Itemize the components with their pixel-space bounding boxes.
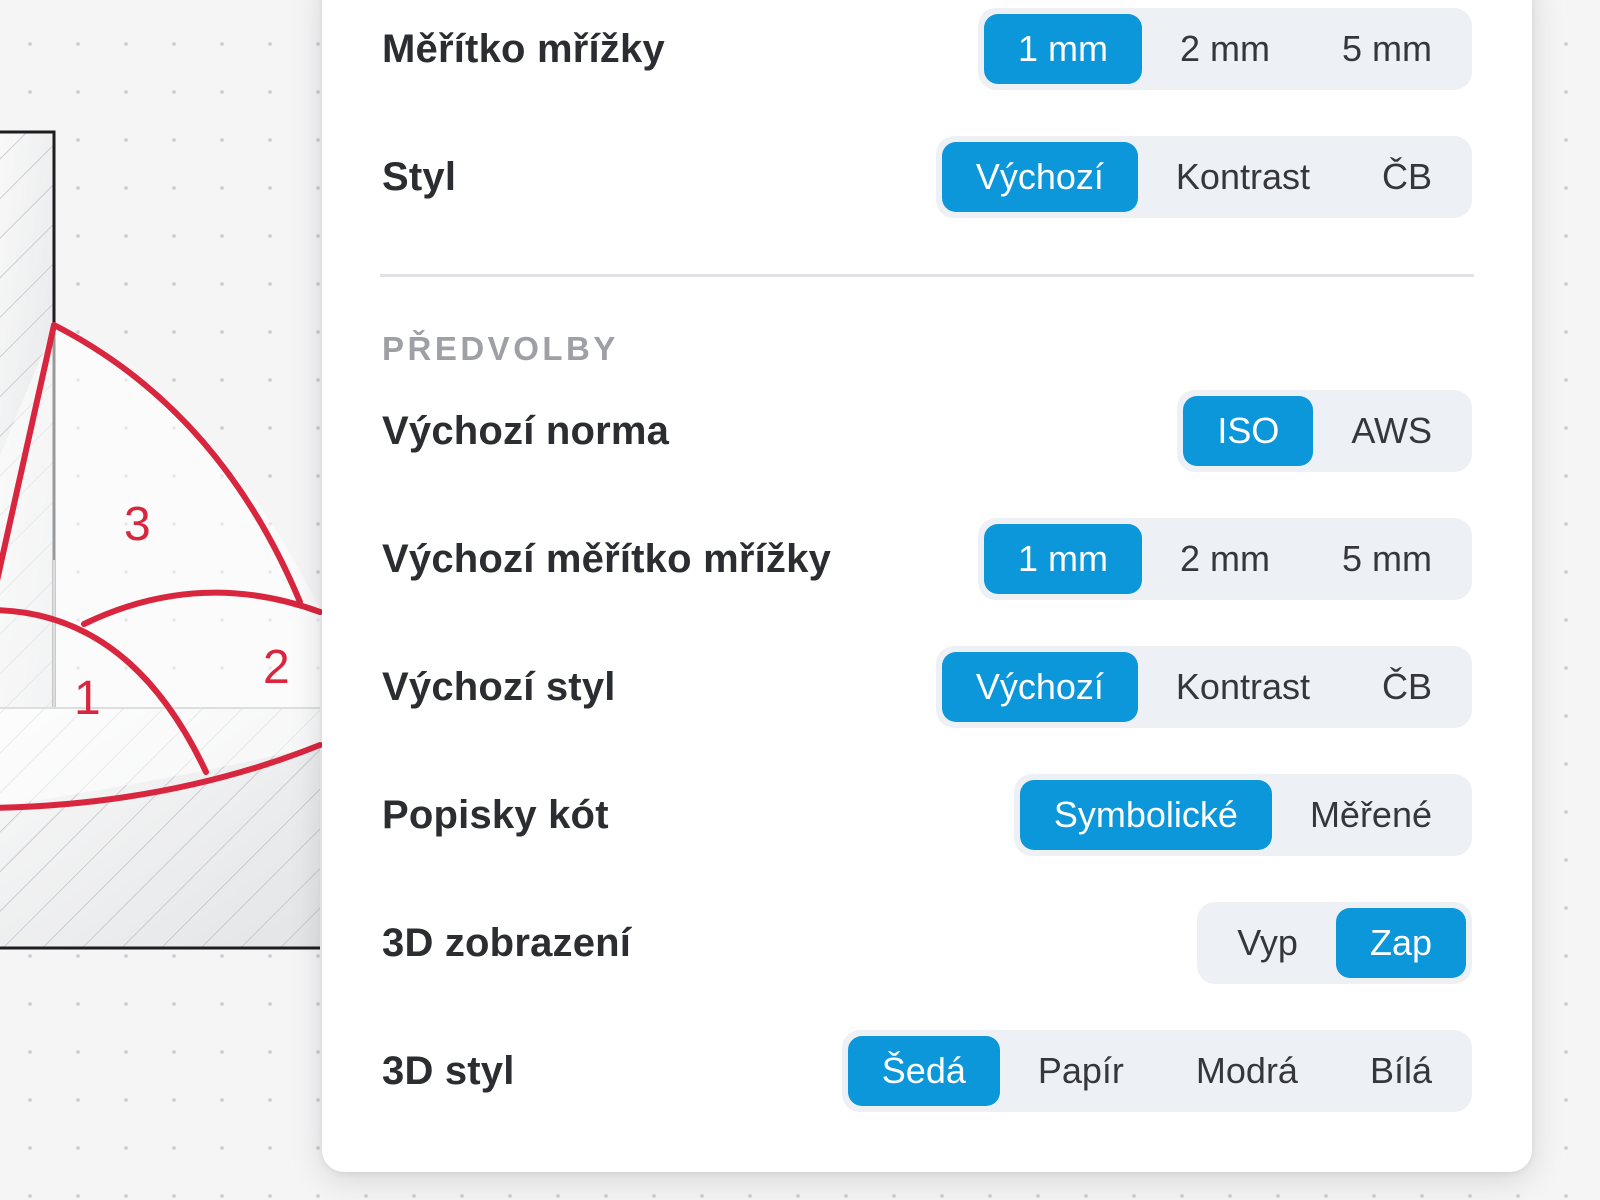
dimension-labels-option-1[interactable]: Symbolické: [1019, 780, 1272, 850]
style-option-2[interactable]: Kontrast: [1142, 142, 1344, 212]
default-standard-segmented: ISO AWS: [1177, 390, 1472, 472]
style-3d-option-4[interactable]: Bílá: [1336, 1036, 1466, 1106]
default-standard-option-1[interactable]: ISO: [1183, 396, 1314, 466]
default-grid-scale-segmented: 1 mm 2 mm 5 mm: [978, 518, 1472, 600]
default-grid-scale-option-2[interactable]: 2 mm: [1146, 524, 1304, 594]
style-3d-option-1[interactable]: Šedá: [847, 1036, 1000, 1106]
default-grid-scale-row: Výchozí měřítko mřížky 1 mm 2 mm 5 mm: [382, 518, 1472, 600]
style-3d-option-2[interactable]: Papír: [1004, 1036, 1158, 1106]
canvas-area[interactable]: 3 2 1 Měřítko mřížky 1 mm 2 mm 5 mm Styl V…: [0, 0, 1600, 1200]
grid-scale-option-2[interactable]: 2 mm: [1146, 14, 1304, 84]
view-3d-row: 3D zobrazení Vyp Zap: [382, 902, 1472, 984]
default-standard-row: Výchozí norma ISO AWS: [382, 390, 1472, 472]
default-style-segmented: Výchozí Kontrast ČB: [935, 646, 1472, 728]
section-divider: [380, 274, 1474, 277]
grid-scale-option-1[interactable]: 1 mm: [984, 14, 1142, 84]
grid-scale-option-3[interactable]: 5 mm: [1308, 14, 1466, 84]
grid-scale-label: Měřítko mřížky: [382, 26, 665, 71]
default-standard-label: Výchozí norma: [382, 408, 670, 453]
style-label: Styl: [382, 154, 457, 199]
dimension-labels-segmented: Symbolické Měřené: [1013, 774, 1472, 856]
style-3d-option-3[interactable]: Modrá: [1162, 1036, 1332, 1106]
style-3d-segmented: Šedá Papír Modrá Bílá: [841, 1030, 1472, 1112]
weld-pass-label-3: 3: [124, 498, 151, 551]
default-grid-scale-option-3[interactable]: 5 mm: [1308, 524, 1466, 594]
style-option-1[interactable]: Výchozí: [941, 142, 1138, 212]
default-grid-scale-label: Výchozí měřítko mřížky: [382, 536, 832, 581]
default-grid-scale-option-1[interactable]: 1 mm: [984, 524, 1142, 594]
style-3d-row: 3D styl Šedá Papír Modrá Bílá: [382, 1030, 1472, 1112]
default-style-option-1[interactable]: Výchozí: [941, 652, 1138, 722]
dimension-labels-label: Popisky kót: [382, 792, 609, 837]
grid-scale-segmented: 1 mm 2 mm 5 mm: [978, 8, 1472, 90]
dimension-labels-row: Popisky kót Symbolické Měřené: [382, 774, 1472, 856]
view-3d-label: 3D zobrazení: [382, 920, 632, 965]
default-style-label: Výchozí styl: [382, 664, 616, 709]
dimension-labels-option-2[interactable]: Měřené: [1276, 780, 1466, 850]
weld-pass-label-2: 2: [263, 641, 290, 694]
weld-drawing: 3 2 1: [0, 130, 323, 950]
style-3d-label: 3D styl: [382, 1048, 515, 1093]
style-option-3[interactable]: ČB: [1348, 142, 1466, 212]
view-3d-option-2[interactable]: Zap: [1335, 908, 1466, 978]
default-style-option-2[interactable]: Kontrast: [1142, 652, 1344, 722]
settings-panel: Měřítko mřížky 1 mm 2 mm 5 mm Styl Výchozí…: [322, 0, 1532, 1172]
style-row: Styl Výchozí Kontrast ČB: [382, 136, 1472, 218]
default-style-row: Výchozí styl Výchozí Kontrast ČB: [382, 646, 1472, 728]
default-standard-option-2[interactable]: AWS: [1317, 396, 1466, 466]
style-segmented: Výchozí Kontrast ČB: [935, 136, 1472, 218]
weld-pass-label-1: 1: [74, 672, 101, 725]
view-3d-option-1[interactable]: Vyp: [1203, 908, 1332, 978]
presets-section-title: PŘEDVOLBY: [382, 330, 619, 367]
default-style-option-3[interactable]: ČB: [1348, 652, 1466, 722]
view-3d-segmented: Vyp Zap: [1197, 902, 1472, 984]
grid-scale-row: Měřítko mřížky 1 mm 2 mm 5 mm: [382, 8, 1472, 90]
